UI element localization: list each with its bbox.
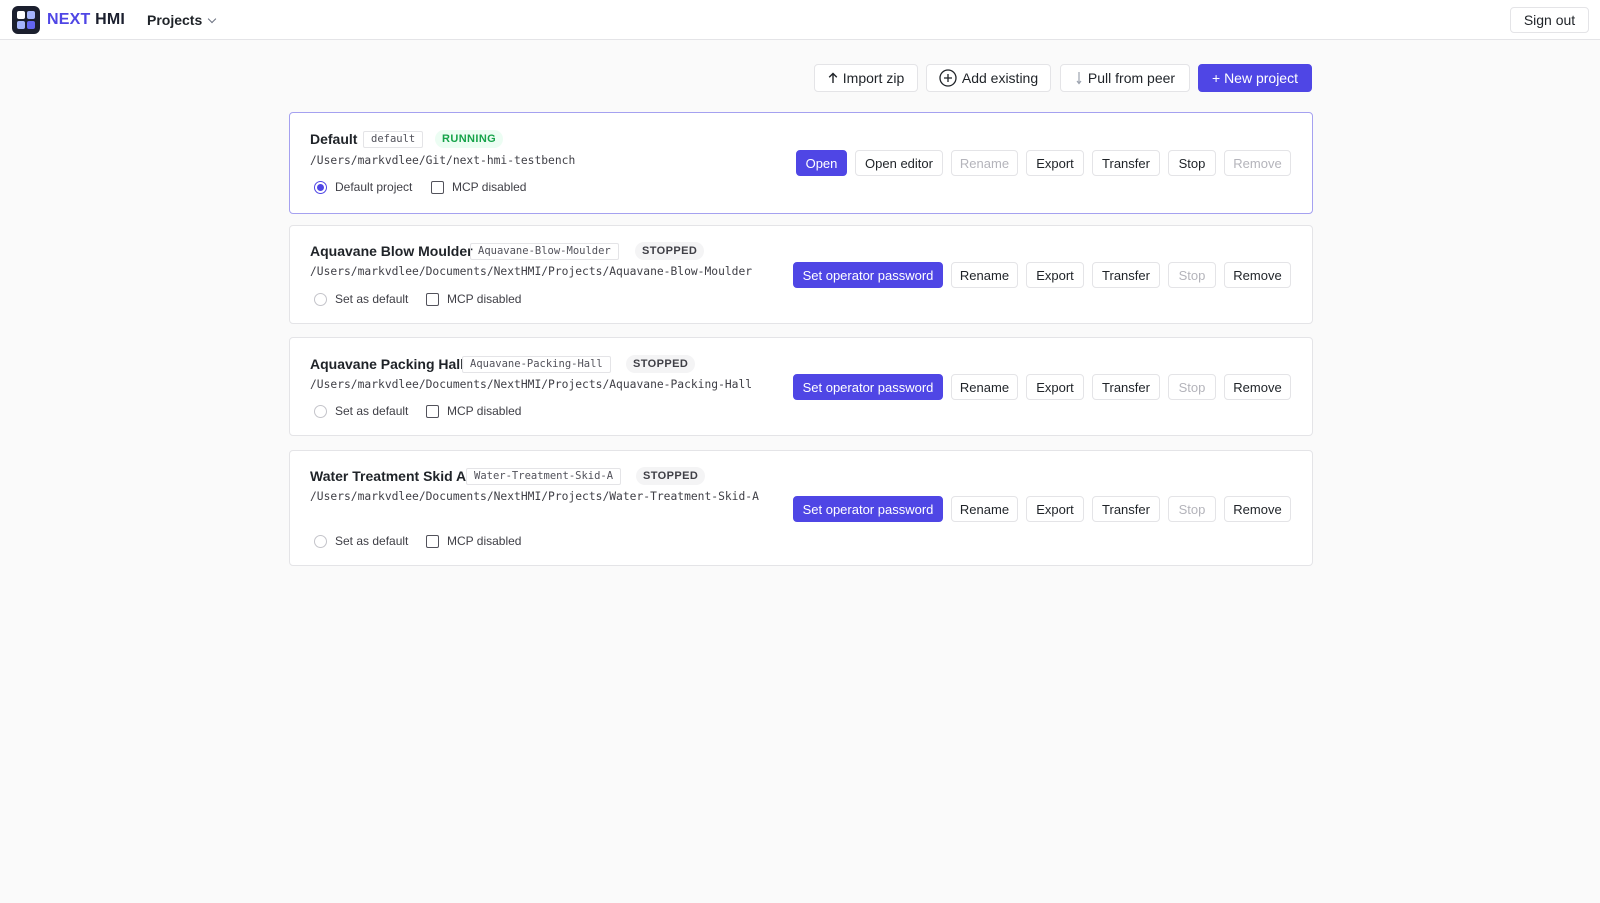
project-card-default: Default default RUNNING /Users/markvdlee… [289, 112, 1313, 214]
new-project-button[interactable]: + New project [1198, 64, 1312, 92]
rename-button[interactable]: Rename [951, 374, 1018, 400]
status-badge: RUNNING [435, 130, 504, 148]
projects-nav-dropdown[interactable]: Projects [147, 12, 217, 28]
import-zip-label: Import zip [842, 70, 905, 86]
remove-button[interactable]: Remove [1224, 496, 1291, 522]
checkbox-icon [431, 180, 444, 194]
radio-unselected-icon [314, 292, 327, 306]
export-button[interactable]: Export [1026, 150, 1084, 176]
checkbox-icon [426, 404, 439, 418]
radio-unselected-icon [314, 534, 327, 548]
remove-button[interactable]: Remove [1224, 150, 1291, 176]
open-editor-button[interactable]: Open editor [855, 150, 943, 176]
default-project-radio[interactable]: Default project [314, 180, 412, 194]
set-as-default-radio[interactable]: Set as default [314, 292, 408, 306]
project-slug: default [363, 131, 424, 148]
remove-button[interactable]: Remove [1224, 262, 1291, 288]
import-zip-button[interactable]: Import zip [814, 64, 918, 92]
brand-name: NEXT HMI [47, 11, 126, 28]
pull-from-peer-label: Pull from peer [1087, 70, 1176, 86]
export-button[interactable]: Export [1026, 374, 1084, 400]
arrow-up-icon [828, 72, 838, 84]
export-button[interactable]: Export [1026, 496, 1084, 522]
chevron-down-icon [208, 14, 217, 24]
rename-button[interactable]: Rename [951, 262, 1018, 288]
rename-button[interactable]: Rename [951, 150, 1018, 176]
transfer-button[interactable]: Transfer [1092, 150, 1160, 176]
status-badge: STOPPED [626, 355, 696, 373]
set-as-default-radio[interactable]: Set as default [314, 404, 408, 418]
transfer-button[interactable]: Transfer [1092, 496, 1160, 522]
remove-button[interactable]: Remove [1224, 374, 1291, 400]
nexthmi-logo-icon[interactable] [12, 6, 40, 34]
mcp-disabled-checkbox[interactable]: MCP disabled [426, 534, 521, 548]
set-operator-password-button[interactable]: Set operator password [793, 496, 943, 522]
project-card-aquavane-packing-hall: Aquavane Packing Hall Aquavane-Packing-H… [289, 337, 1313, 436]
transfer-button[interactable]: Transfer [1092, 374, 1160, 400]
add-existing-label: Add existing [961, 70, 1039, 86]
projects-nav-label: Projects [147, 12, 203, 28]
project-card-aquavane-blow-moulder: Aquavane Blow Moulder Aquavane-Blow-Moul… [289, 225, 1313, 324]
stop-button[interactable]: Stop [1168, 262, 1216, 288]
mcp-disabled-label: MCP disabled [452, 180, 527, 194]
stop-button[interactable]: Stop [1168, 496, 1216, 522]
mcp-disabled-label: MCP disabled [447, 292, 522, 306]
set-as-default-label: Set as default [335, 404, 409, 418]
transfer-button[interactable]: Transfer [1092, 262, 1160, 288]
status-badge: STOPPED [635, 242, 705, 260]
project-name: Aquavane Blow Moulder [310, 243, 473, 259]
project-path: /Users/markvdlee/Documents/NextHMI/Proje… [310, 378, 753, 391]
add-existing-button[interactable]: Add existing [926, 64, 1051, 92]
project-name: Default [310, 131, 358, 147]
mcp-disabled-label: MCP disabled [447, 534, 522, 548]
export-button[interactable]: Export [1026, 262, 1084, 288]
stop-button[interactable]: Stop [1168, 150, 1216, 176]
project-slug: Aquavane-Blow-Moulder [470, 243, 619, 260]
set-as-default-label: Set as default [335, 292, 409, 306]
checkbox-icon [426, 292, 439, 306]
project-name: Water Treatment Skid A [310, 468, 467, 484]
project-name: Aquavane Packing Hall [310, 356, 465, 372]
mcp-disabled-checkbox[interactable]: MCP disabled [431, 180, 526, 194]
set-as-default-radio[interactable]: Set as default [314, 534, 408, 548]
mcp-disabled-label: MCP disabled [447, 404, 522, 418]
mcp-disabled-checkbox[interactable]: MCP disabled [426, 292, 521, 306]
project-path: /Users/markvdlee/Git/next-hmi-testbench [310, 154, 576, 167]
set-as-default-label: Set as default [335, 534, 409, 548]
arrow-down-icon [1075, 71, 1083, 85]
pull-from-peer-button[interactable]: Pull from peer [1060, 64, 1190, 92]
project-slug: Aquavane-Packing-Hall [462, 356, 611, 373]
project-path: /Users/markvdlee/Documents/NextHMI/Proje… [310, 265, 753, 278]
radio-unselected-icon [314, 404, 327, 418]
plus-circle-icon [939, 69, 957, 87]
sign-out-button[interactable]: Sign out [1510, 7, 1589, 33]
mcp-disabled-checkbox[interactable]: MCP disabled [426, 404, 521, 418]
top-bar: NEXT HMI Projects Sign out [0, 0, 1600, 40]
stop-button[interactable]: Stop [1168, 374, 1216, 400]
open-button[interactable]: Open [796, 150, 847, 176]
project-card-water-treatment-skid-a: Water Treatment Skid A Water-Treatment-S… [289, 450, 1313, 566]
set-operator-password-button[interactable]: Set operator password [793, 374, 943, 400]
status-badge: STOPPED [636, 467, 706, 485]
rename-button[interactable]: Rename [951, 496, 1018, 522]
radio-selected-icon [314, 180, 327, 194]
default-project-label: Default project [335, 180, 413, 194]
project-path: /Users/markvdlee/Documents/NextHMI/Proje… [310, 490, 759, 503]
set-operator-password-button[interactable]: Set operator password [793, 262, 943, 288]
checkbox-icon [426, 534, 439, 548]
project-slug: Water-Treatment-Skid-A [466, 468, 622, 485]
